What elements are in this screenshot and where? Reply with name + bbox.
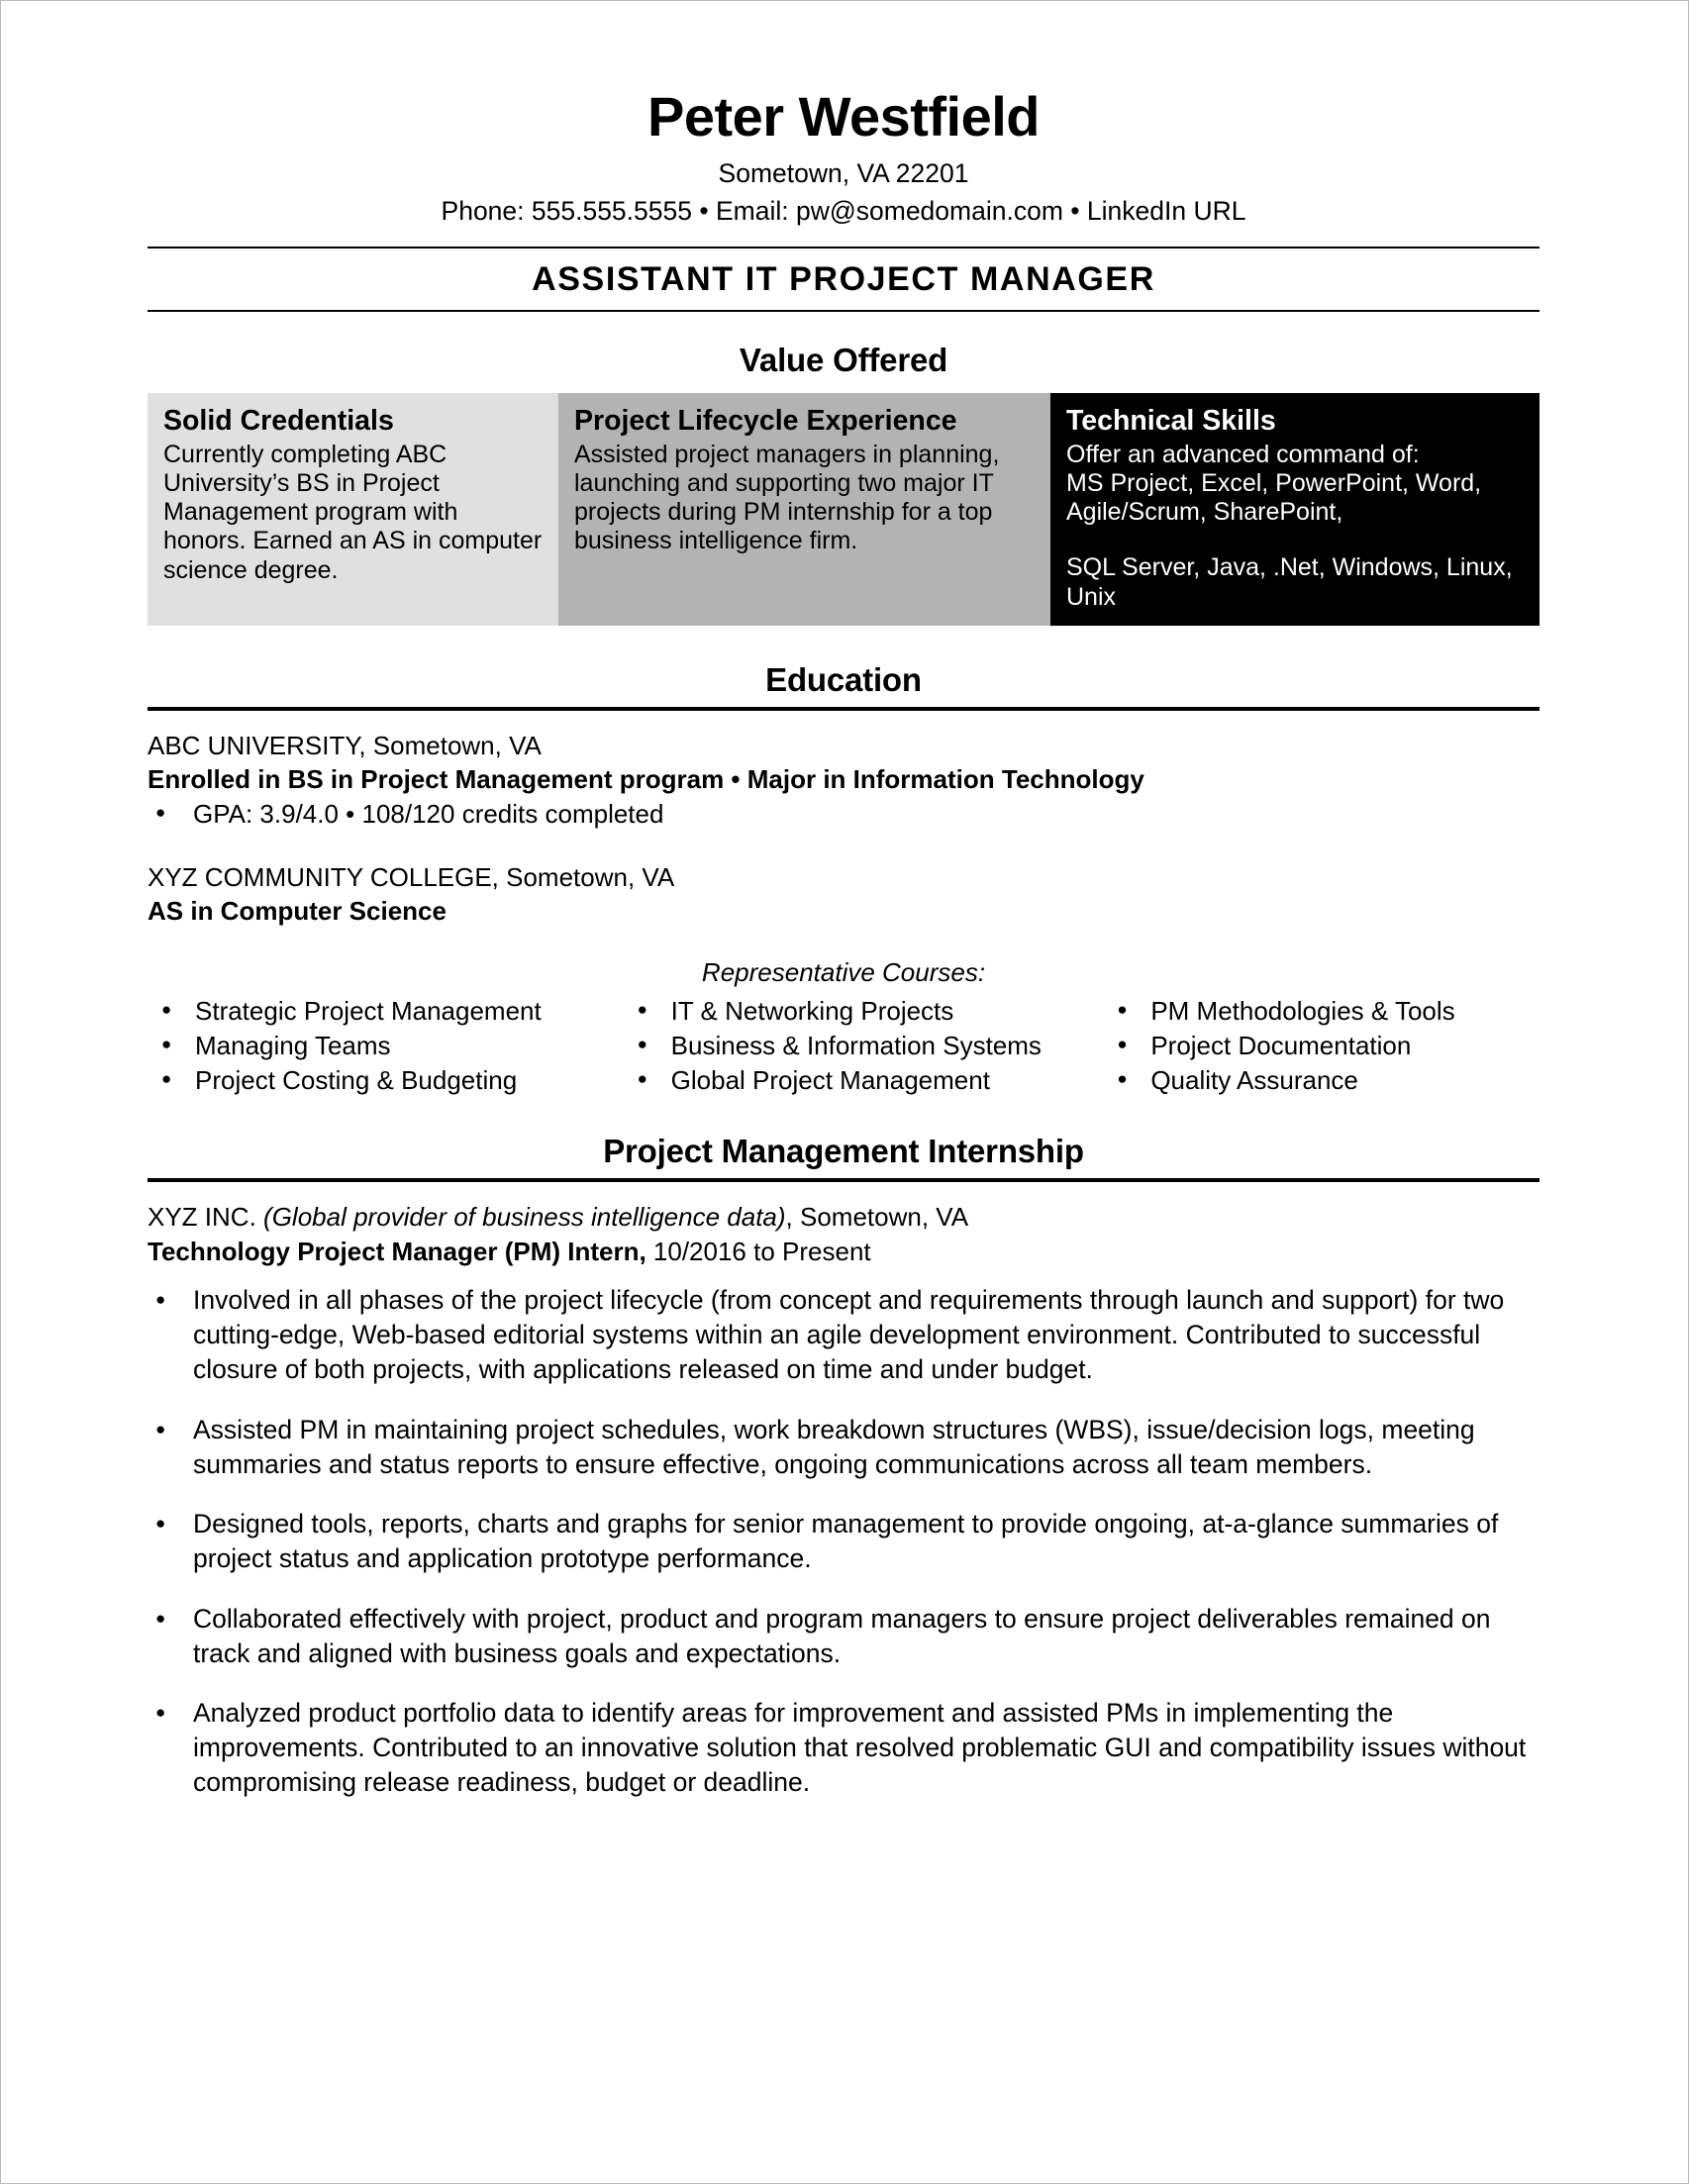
list-item: Quality Assurance [1103,1062,1540,1098]
skills-spacer [1066,527,1524,553]
value-column-solid-credentials: Solid Credentials Currently completing A… [148,393,558,626]
section-heading-education: Education [765,660,922,698]
value-column-title: Solid Credentials [163,405,394,438]
list-item: Managing Teams [148,1028,612,1063]
courses-column-1: Strategic Project Management Managing Te… [148,993,612,1098]
representative-courses-columns: Strategic Project Management Managing Te… [148,993,1540,1098]
divider-below-title [148,310,1540,313]
employer-descriptor: (Global provider of business intelligenc… [263,1202,786,1233]
job-dates: 10/2016 to Present [646,1237,871,1267]
section-heading-internship: Project Management Internship [603,1133,1084,1170]
list-item: Involved in all phases of the project li… [148,1283,1540,1388]
value-column-title: Project Lifecycle Experience [574,405,957,438]
courses-column-2: IT & Networking Projects Business & Info… [612,993,1076,1098]
list-item: Analyzed product portfolio data to ident… [148,1696,1540,1801]
education-degree: AS in Computer Science [148,896,447,927]
value-offered-columns: Solid Credentials Currently completing A… [148,393,1540,626]
resume-page: Peter Westfield Sometown, VA 22201 Phone… [0,0,1689,2184]
divider-education [148,706,1540,711]
list-item: Global Project Management [624,1062,1076,1098]
value-column-title: Technical Skills [1066,405,1276,438]
value-column-skills-line-1: MS Project, Excel, PowerPoint, Word, Agi… [1066,468,1482,527]
candidate-contact-line: Phone: 555.555.5555 • Email: pw@somedoma… [441,195,1246,226]
employer-name: XYZ INC. [148,1202,256,1233]
value-column-technical-skills: Technical Skills Offer an advanced comma… [1050,393,1540,626]
list-item: Project Costing & Budgeting [148,1062,612,1098]
list-item: IT & Networking Projects [624,993,1076,1029]
value-column-body: Currently completing ABC University’s BS… [163,440,543,584]
value-column-project-lifecycle-experience: Project Lifecycle Experience Assisted pr… [558,393,1050,626]
list-item: Assisted PM in maintaining project sched… [148,1413,1540,1482]
target-job-title: ASSISTANT IT PROJECT MANAGER [532,260,1155,299]
education-entry-xyz-community-college: XYZ COMMUNITY COLLEGE, Sometown, VA AS i… [148,860,1540,929]
courses-column-3: PM Methodologies & Tools Project Documen… [1075,993,1540,1098]
list-item: PM Methodologies & Tools [1103,993,1540,1029]
list-item: Strategic Project Management [148,993,612,1029]
internship-bullets: Involved in all phases of the project li… [148,1283,1540,1801]
education-entry-abc-university: ABC UNIVERSITY, Sometown, VA Enrolled in… [148,729,1540,831]
value-column-skills-line-2: SQL Server, Java, .Net, Windows, Linux, … [1066,553,1513,611]
resume-content: Peter Westfield Sometown, VA 22201 Phone… [148,1,1540,1826]
education-degree: Enrolled in BS in Project Management pro… [148,764,1144,795]
education-school: XYZ COMMUNITY COLLEGE, Sometown, VA [148,861,675,892]
job-title-line: Technology Project Manager (PM) Intern, … [148,1235,1540,1269]
list-item: Business & Information Systems [624,1028,1076,1063]
employer-location: , Sometown, VA [785,1202,969,1233]
candidate-name: Peter Westfield [646,85,1041,148]
job-title: Technology Project Manager (PM) Intern, [148,1237,646,1267]
education-bullets: GPA: 3.9/4.0 • 108/120 credits completed [148,796,1540,831]
representative-courses-title: Representative Courses: [701,957,986,988]
list-item: Project Documentation [1103,1028,1540,1063]
education-gap [148,831,1540,860]
list-item: GPA: 3.9/4.0 • 108/120 credits completed [148,796,1540,831]
list-item: Collaborated effectively with project, p… [148,1602,1540,1671]
value-column-skills-intro: Offer an advanced command of: [1066,440,1420,468]
list-item: Designed tools, reports, charts and grap… [148,1507,1540,1576]
value-column-body: Assisted project managers in planning, l… [574,440,1000,555]
employer-line: XYZ INC. (Global provider of business in… [148,1200,1540,1235]
candidate-location: Sometown, VA 22201 [718,157,969,188]
section-heading-value-offered: Value Offered [739,342,948,379]
divider-internship [148,1178,1540,1183]
education-school: ABC UNIVERSITY, Sometown, VA [148,730,542,760]
